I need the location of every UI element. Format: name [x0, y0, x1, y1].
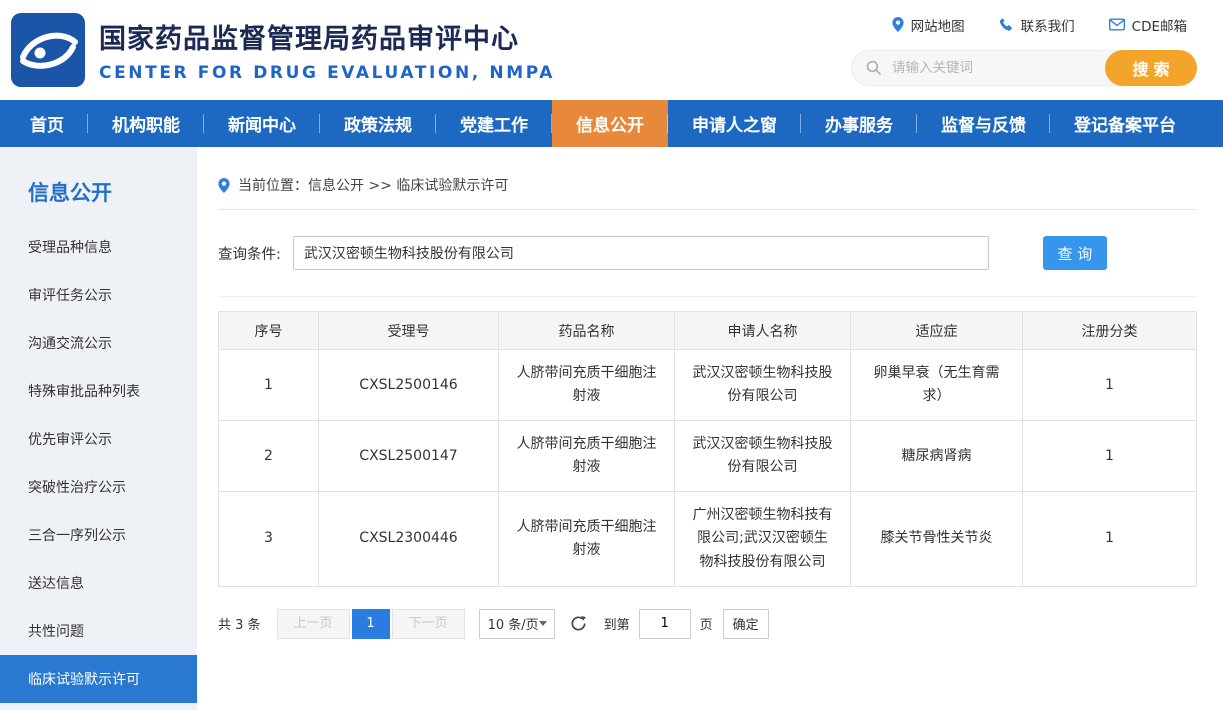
cell-registration-class: 1 — [1023, 350, 1197, 421]
prev-page-button[interactable]: 上一页 — [277, 609, 350, 639]
sidebar: 信息公开 受理品种信息 审评任务公示 沟通交流公示 特殊审批品种列表 优先审评公… — [0, 147, 197, 710]
cell-index: 1 — [219, 350, 319, 421]
location-pin-icon — [218, 178, 230, 193]
location-pin-icon — [892, 17, 904, 32]
goto-confirm-button[interactable]: 确定 — [723, 609, 769, 639]
brand[interactable]: 国家药品监督管理局药品审评中心 CENTER FOR DRUG EVALUATI… — [10, 12, 555, 88]
goto-page-unit: 页 — [700, 614, 713, 633]
page-size-select[interactable]: 10 条/页 — [479, 609, 555, 639]
pagination-total: 共 3 条 — [218, 614, 261, 633]
cell-indication: 卵巢早衰（无生育需求） — [851, 350, 1023, 421]
query-label: 查询条件: — [218, 243, 281, 264]
page-body: 信息公开 受理品种信息 审评任务公示 沟通交流公示 特殊审批品种列表 优先审评公… — [0, 147, 1223, 710]
col-header-applicant: 申请人名称 — [675, 312, 851, 350]
cell-acceptance-no: CXSL2300446 — [319, 492, 499, 586]
sidebar-item-priority-review[interactable]: 优先审评公示 — [0, 415, 197, 463]
pagination: 共 3 条 上一页 1 下一页 10 条/页 到第 页 确定 — [218, 609, 1197, 639]
cell-registration-class: 1 — [1023, 421, 1197, 492]
nav-item-registration-platform[interactable]: 登记备案平台 — [1050, 100, 1200, 147]
site-search: 搜索 — [851, 50, 1197, 86]
page-size-value: 10 条/页 — [488, 614, 539, 633]
sidebar-item-three-in-one-sequence[interactable]: 三合一序列公示 — [0, 511, 197, 559]
nav-item-home[interactable]: 首页 — [6, 100, 88, 147]
sidebar-item-delivery-info[interactable]: 送达信息 — [0, 559, 197, 607]
nav-item-party-building[interactable]: 党建工作 — [436, 100, 552, 147]
cell-applicant: 广州汉密顿生物科技有限公司;武汉汉密顿生物科技股份有限公司 — [675, 492, 851, 586]
table-row: 1 CXSL2500146 人脐带间充质干细胞注射液 武汉汉密顿生物科技股份有限… — [219, 350, 1197, 421]
site-header: 国家药品监督管理局药品审评中心 CENTER FOR DRUG EVALUATI… — [0, 0, 1223, 100]
link-contact[interactable]: 联系我们 — [999, 15, 1075, 35]
sidebar-item-review-tasks[interactable]: 审评任务公示 — [0, 271, 197, 319]
cell-applicant: 武汉汉密顿生物科技股份有限公司 — [675, 350, 851, 421]
refresh-icon — [570, 615, 587, 632]
cell-acceptance-no: CXSL2500146 — [319, 350, 499, 421]
site-title-cn: 国家药品监督管理局药品审评中心 — [99, 17, 555, 56]
col-header-acceptance-no: 受理号 — [319, 312, 499, 350]
sidebar-item-special-approval-list[interactable]: 特殊审批品种列表 — [0, 367, 197, 415]
site-titles: 国家药品监督管理局药品审评中心 CENTER FOR DRUG EVALUATI… — [99, 17, 555, 83]
sidebar-item-communication[interactable]: 沟通交流公示 — [0, 319, 197, 367]
link-mailbox-label: CDE邮箱 — [1132, 15, 1187, 35]
query-section: 查询条件: 查 询 — [218, 236, 1197, 297]
link-sitemap[interactable]: 网站地图 — [892, 15, 965, 35]
cell-drug-name: 人脐带间充质干细胞注射液 — [499, 421, 675, 492]
quick-links: 网站地图 联系我们 CDE邮箱 — [892, 15, 1187, 35]
query-input[interactable] — [293, 236, 989, 270]
header-right: 网站地图 联系我们 CDE邮箱 搜索 — [851, 15, 1197, 86]
cell-registration-class: 1 — [1023, 492, 1197, 586]
site-title-en: CENTER FOR DRUG EVALUATION, NMPA — [99, 63, 555, 83]
nav-item-org-functions[interactable]: 机构职能 — [88, 100, 204, 147]
breadcrumb: 当前位置：信息公开 >> 临床试验默示许可 — [218, 175, 1197, 210]
cell-drug-name: 人脐带间充质干细胞注射液 — [499, 350, 675, 421]
nav-item-info-disclosure[interactable]: 信息公开 — [552, 100, 668, 147]
link-mailbox[interactable]: CDE邮箱 — [1109, 15, 1187, 35]
cell-indication: 糖尿病肾病 — [851, 421, 1023, 492]
next-page-button[interactable]: 下一页 — [392, 609, 465, 639]
link-sitemap-label: 网站地图 — [911, 15, 965, 35]
breadcrumb-text: 当前位置：信息公开 >> 临床试验默示许可 — [238, 175, 508, 195]
nav-item-services[interactable]: 办事服务 — [801, 100, 917, 147]
sidebar-item-breakthrough-therapy[interactable]: 突破性治疗公示 — [0, 463, 197, 511]
link-contact-label: 联系我们 — [1021, 15, 1075, 35]
main-nav: 首页 机构职能 新闻中心 政策法规 党建工作 信息公开 申请人之窗 办事服务 监… — [0, 100, 1223, 147]
phone-icon — [999, 17, 1014, 32]
search-icon — [865, 59, 882, 76]
cell-applicant: 武汉汉密顿生物科技股份有限公司 — [675, 421, 851, 492]
content-area: 当前位置：信息公开 >> 临床试验默示许可 查询条件: 查 询 序号 受理号 药… — [197, 147, 1223, 710]
current-page-button[interactable]: 1 — [352, 609, 390, 639]
col-header-drug-name: 药品名称 — [499, 312, 675, 350]
cell-index: 3 — [219, 492, 319, 586]
nav-item-policies[interactable]: 政策法规 — [320, 100, 436, 147]
cde-page: 国家药品监督管理局药品审评中心 CENTER FOR DRUG EVALUATI… — [0, 0, 1223, 710]
table-header-row: 序号 受理号 药品名称 申请人名称 适应症 注册分类 — [219, 312, 1197, 350]
table-row: 2 CXSL2500147 人脐带间充质干细胞注射液 武汉汉密顿生物科技股份有限… — [219, 421, 1197, 492]
refresh-button[interactable] — [570, 615, 587, 632]
nav-item-applicant-window[interactable]: 申请人之窗 — [668, 100, 801, 147]
cell-indication: 膝关节骨性关节炎 — [851, 492, 1023, 586]
nav-item-news-center[interactable]: 新闻中心 — [204, 100, 320, 147]
col-header-indication: 适应症 — [851, 312, 1023, 350]
cell-acceptance-no: CXSL2500147 — [319, 421, 499, 492]
sidebar-item-accepted-products[interactable]: 受理品种信息 — [0, 223, 197, 271]
search-button[interactable]: 搜索 — [1105, 50, 1197, 86]
goto-page-input[interactable] — [639, 609, 691, 639]
cell-drug-name: 人脐带间充质干细胞注射液 — [499, 492, 675, 586]
table-row: 3 CXSL2300446 人脐带间充质干细胞注射液 广州汉密顿生物科技有限公司… — [219, 492, 1197, 586]
sidebar-item-common-questions[interactable]: 共性问题 — [0, 607, 197, 655]
results-table: 序号 受理号 药品名称 申请人名称 适应症 注册分类 1 CXSL2500146… — [218, 311, 1197, 587]
query-button[interactable]: 查 询 — [1043, 236, 1107, 270]
chevron-down-icon — [539, 621, 547, 626]
cde-logo-icon — [10, 12, 86, 88]
col-header-index: 序号 — [219, 312, 319, 350]
sidebar-title: 信息公开 — [28, 177, 197, 207]
goto-page-label: 到第 — [604, 614, 630, 633]
col-header-registration-class: 注册分类 — [1023, 312, 1197, 350]
envelope-icon — [1109, 18, 1125, 31]
sidebar-item-clinical-trial-implied-license[interactable]: 临床试验默示许可 — [0, 655, 197, 703]
cell-index: 2 — [219, 421, 319, 492]
nav-item-supervision-feedback[interactable]: 监督与反馈 — [917, 100, 1050, 147]
